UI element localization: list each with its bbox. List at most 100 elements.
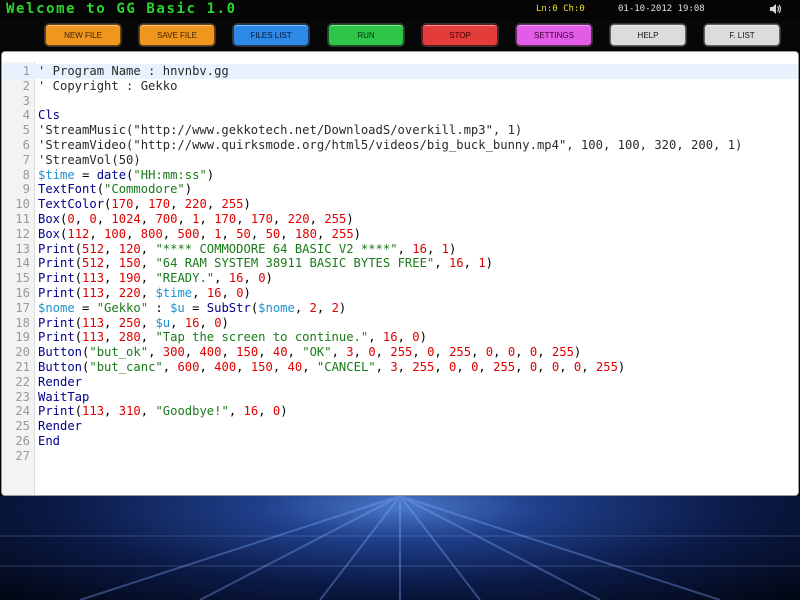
token-number: 255 — [221, 197, 244, 212]
token-punct: , — [206, 197, 222, 212]
code-line[interactable]: 23 WaitTap — [2, 390, 798, 405]
token-keyword: Print — [38, 315, 75, 330]
line-number: 15 — [15, 271, 30, 286]
code-line[interactable]: 13 Print(512, 120, "**** COMMODORE 64 BAS… — [2, 242, 798, 257]
token-number: 170 — [111, 197, 134, 212]
code-text: End — [38, 434, 60, 449]
button-label: NEW FILE — [64, 30, 102, 40]
stop-button[interactable]: STOP — [422, 24, 498, 46]
code-line[interactable]: 24 Print(113, 310, "Goodbye!", 16, 0) — [2, 404, 798, 419]
code-line[interactable]: 11 Box(0, 0, 1024, 700, 1, 170, 170, 220,… — [2, 212, 798, 227]
token-punct: , — [140, 211, 156, 226]
code-line[interactable]: 4 Cls — [2, 108, 798, 123]
code-text: WaitTap — [38, 390, 89, 405]
token-keyword: Cls — [38, 108, 61, 123]
line-number: 12 — [15, 226, 30, 241]
token-punct: , — [140, 256, 156, 271]
settings-button[interactable]: SETTINGS — [516, 24, 592, 46]
line-number: 11 — [15, 211, 30, 226]
code-line[interactable]: 14 Print(512, 150, "64 RAM SYSTEM 38911 B… — [2, 256, 798, 271]
line-number: 21 — [15, 359, 30, 374]
code-line[interactable]: 17 $nome = "Gekko" : $u = SubStr($nome, 2… — [2, 301, 798, 316]
token-punct: , — [397, 330, 413, 345]
token-number: 113 — [82, 404, 105, 419]
token-variable: $time — [38, 167, 75, 182]
line-number: 9 — [22, 182, 30, 197]
token-punct: , — [375, 359, 391, 374]
token-punct: , — [515, 359, 530, 374]
code-line[interactable]: 10 TextColor(170, 170, 220, 255) — [2, 197, 798, 212]
token-punct: , — [302, 359, 317, 374]
token-keyword: Print — [38, 330, 75, 345]
token-punct: , — [104, 256, 119, 271]
token-punct: : — [148, 300, 171, 315]
code-line[interactable]: 6 'StreamVideo("http://www.quirksmode.org… — [2, 138, 798, 153]
code-line[interactable]: 7 'StreamVol(50) — [2, 153, 798, 168]
token-punct: , — [397, 359, 413, 374]
code-line[interactable]: 16 Print(113, 220, $time, 16, 0) — [2, 286, 798, 301]
token-punct: , — [104, 315, 119, 330]
token-comment: 'StreamVideo("http://www.quirksmode.org/… — [38, 137, 743, 152]
run-button[interactable]: RUN — [328, 24, 404, 46]
token-punct: , — [272, 211, 288, 226]
code-line[interactable]: 3 — [2, 94, 798, 109]
token-punct: , — [434, 256, 449, 271]
button-label: STOP — [449, 30, 471, 40]
code-line[interactable]: 12 Box(112, 100, 800, 500, 1, 50, 50, 180… — [2, 227, 798, 242]
code-line[interactable]: 9 TextFont("Commodore") — [2, 182, 798, 197]
button-label: F. LIST — [729, 30, 755, 40]
files-list-button[interactable]: FILES LIST — [233, 24, 309, 46]
token-number: 300 — [162, 345, 185, 360]
code-line[interactable]: 21 Button("but_canc", 600, 400, 150, 40, … — [2, 360, 798, 375]
token-number: 2 — [309, 300, 317, 315]
token-number: 0 — [258, 271, 266, 286]
code-line[interactable]: 2 ' Copyright : Gekko — [2, 79, 798, 94]
token-string: "but_canc" — [89, 359, 163, 374]
code-area[interactable]: 1 ' Program Name : hnvnbv.gg 2 ' Copyright … — [2, 64, 798, 464]
token-keyword: Button — [38, 359, 83, 374]
code-line[interactable]: 19 Print(113, 280, "Tap the screen to con… — [2, 330, 798, 345]
new-file-button[interactable]: NEW FILE — [45, 24, 121, 46]
token-number: 180 — [294, 226, 317, 241]
code-line[interactable]: 1 ' Program Name : hnvnbv.gg — [2, 64, 798, 79]
code-text: Print(113, 310, "Goodbye!", 16, 0) — [38, 404, 288, 419]
code-editor[interactable]: 1 ' Program Name : hnvnbv.gg 2 ' Copyright … — [1, 51, 799, 496]
speaker-icon[interactable] — [768, 2, 782, 16]
token-punct: ) — [184, 182, 193, 197]
help-button[interactable]: HELP — [610, 24, 686, 46]
code-line[interactable]: 26 End — [2, 434, 798, 449]
token-punct: , — [412, 345, 428, 360]
token-punct: , — [162, 359, 178, 374]
code-text: Print(113, 220, $time, 16, 0) — [38, 286, 251, 301]
code-line[interactable]: 25 Render — [2, 419, 798, 434]
token-number: 255 — [324, 211, 347, 226]
code-text: Cls — [38, 108, 60, 123]
token-punct: ) — [265, 271, 273, 286]
token-punct: , — [221, 285, 237, 300]
line-number: 7 — [22, 152, 30, 167]
code-text: Box(0, 0, 1024, 700, 1, 170, 170, 220, 2… — [38, 212, 354, 227]
code-line[interactable]: 20 Button("but_ok", 300, 400, 150, 40, "O… — [2, 345, 798, 360]
token-number: 16 — [206, 285, 222, 300]
code-line[interactable]: 5 'StreamMusic("http://www.gekkotech.net/… — [2, 123, 798, 138]
code-text: 'StreamVideo("http://www.quirksmode.org/… — [38, 138, 742, 153]
code-line[interactable]: 27 — [2, 449, 798, 464]
function-list-button[interactable]: F. LIST — [704, 24, 780, 46]
token-keyword: Print — [38, 271, 75, 286]
token-number: 16 — [382, 330, 398, 345]
code-text: Print(512, 150, "64 RAM SYSTEM 38911 BAS… — [38, 256, 493, 271]
token-punct: ) — [353, 226, 362, 241]
token-punct: , — [184, 345, 200, 360]
token-keyword: date — [96, 167, 127, 182]
code-line[interactable]: 8 $time = date("HH:mm:ss") — [2, 168, 798, 183]
save-file-button[interactable]: SAVE FILE — [139, 24, 215, 46]
token-punct: , — [104, 271, 119, 286]
line-number: 26 — [15, 433, 30, 448]
token-number: 0 — [89, 211, 97, 226]
code-line[interactable]: 22 Render — [2, 375, 798, 390]
code-line[interactable]: 15 Print(113, 190, "READY.", 16, 0) — [2, 271, 798, 286]
token-number: 0 — [67, 211, 75, 226]
token-number: 16 — [184, 315, 200, 330]
code-line[interactable]: 18 Print(113, 250, $u, 16, 0) — [2, 316, 798, 331]
line-number: 24 — [15, 404, 30, 419]
